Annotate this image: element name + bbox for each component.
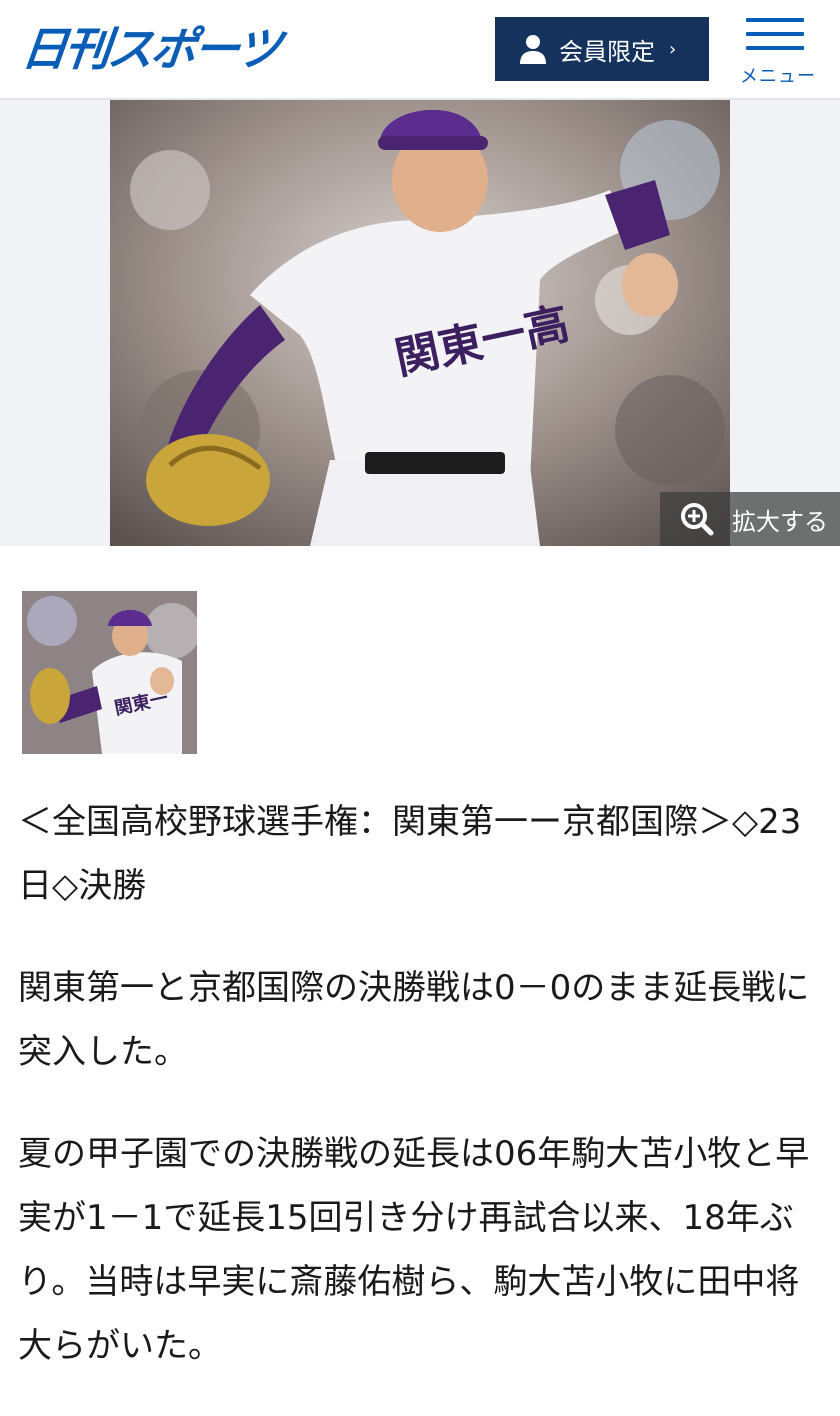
site-header: 日刊スポーツ 会員限定 › メニュー: [0, 0, 840, 100]
site-logo[interactable]: 日刊スポーツ: [19, 14, 283, 78]
pitcher-photo: 関東一高: [110, 100, 730, 546]
member-only-button[interactable]: 会員限定 ›: [495, 17, 709, 81]
hamburger-menu-icon: [746, 18, 804, 22]
zoom-in-icon: [681, 503, 714, 536]
photo-thumbnail[interactable]: 関東一: [22, 591, 197, 754]
chevron-right-icon: ›: [669, 38, 677, 60]
menu-label: メニュー: [740, 66, 816, 87]
menu-button[interactable]: メニュー: [736, 16, 820, 88]
thumbnail-photo: 関東一: [22, 591, 197, 754]
article-paragraph: 関東第一と京都国際の決勝戦は0－0のまま延長戦に突入した。: [18, 968, 810, 1072]
hamburger-menu-icon: [746, 32, 804, 36]
article-body: ＜全国高校野球選手権：関東第一ー京都国際＞◇23日◇決勝 関東第一と京都国際の決…: [18, 790, 828, 1416]
zoom-button[interactable]: 拡大する: [660, 492, 840, 546]
article-paragraph: 夏の甲子園での決勝戦の延長は06年駒大苫小牧と早実が1－1で延長15回引き分け再…: [18, 1134, 810, 1366]
hamburger-menu-icon: [746, 46, 804, 50]
hero-photo[interactable]: 関東一高: [110, 100, 730, 546]
hero-image-area: 関東一高 拡大する: [0, 100, 840, 546]
person-icon: [520, 35, 546, 64]
zoom-label: 拡大する: [732, 507, 828, 536]
article-lead: ＜全国高校野球選手権：関東第一ー京都国際＞◇23日◇決勝: [18, 802, 802, 906]
member-button-label: 会員限定: [559, 37, 655, 66]
